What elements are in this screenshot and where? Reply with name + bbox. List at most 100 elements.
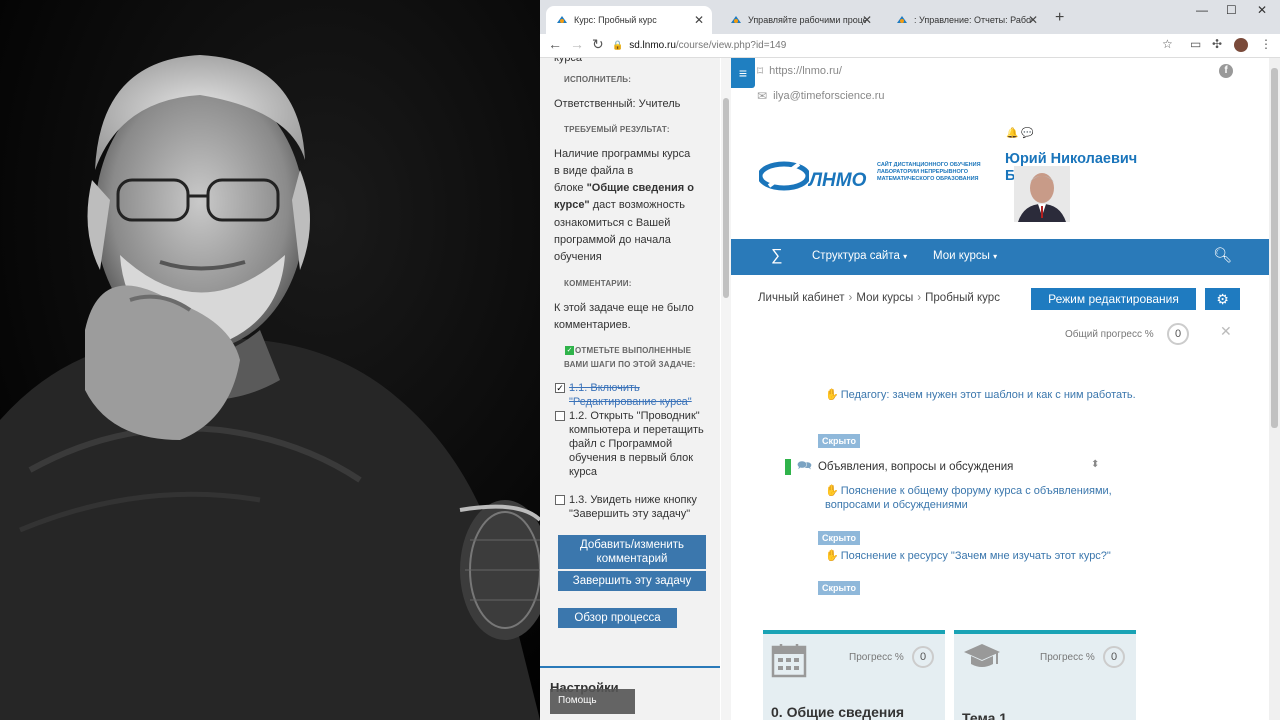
page-scrollbar[interactable] [1269,58,1280,720]
tab-close-icon[interactable]: ✕ [1028,13,1038,27]
complete-task-button[interactable]: Завершить эту задачу [558,571,706,591]
tab-workflows[interactable]: Управляйте рабочими процесс ✕ [720,6,880,34]
new-tab-icon[interactable]: + [1055,9,1064,27]
breadcrumb-item[interactable]: Пробный курс [925,292,1000,304]
profile-avatar[interactable] [1234,38,1248,52]
reload-icon[interactable]: ↻ [592,36,604,53]
step-checkbox[interactable]: ✓ [555,383,565,393]
breadcrumb-item[interactable]: Мои курсы [856,292,913,304]
moodle-favicon-icon [556,14,568,26]
page-scroll-thumb[interactable] [1271,68,1278,428]
card-progress-circle: 0 [1103,646,1125,668]
step-item[interactable]: ✓ 1.1. Включить "Редактирование курса" [554,381,714,409]
close-icon[interactable]: ✕ [1220,323,1232,340]
drawer-scrollbar[interactable] [721,58,731,720]
gear-icon[interactable]: ⚙ [1205,288,1240,310]
facebook-icon[interactable]: f [1219,64,1233,78]
step-checkbox[interactable] [555,495,565,505]
teacher-note-link[interactable]: ✋ Педагогу: зачем нужен этот шаблон и как… [825,388,1145,402]
chevron-right-icon: › [848,292,853,304]
bookmark-star-icon[interactable]: ☆ [1162,37,1173,51]
result-text: ознакомиться с Вашей [554,217,671,229]
activity-indicator [785,458,791,475]
steps-label: ОТМЕТЬТЕ ВЫПОЛНЕННЫЕ [575,346,692,355]
steps-label: ВАМИ ШАГИ ПО ЭТОЙ ЗАДАЧЕ: [564,360,696,369]
list-icon: ≡ [738,65,748,81]
forward-icon[interactable]: → [570,36,584,52]
bell-icon[interactable]: 🔔 [1006,128,1018,139]
result-text: программой до начала [554,234,671,246]
nav-my-courses[interactable]: Мои курсы ▾ [933,250,997,262]
search-icon[interactable]: 🔍︎ [1213,246,1232,264]
site-link[interactable]: ⌑ https://lnmo.ru/ [757,64,842,78]
moodle-favicon-icon [730,14,742,26]
hand-icon: ✋ [825,389,839,401]
browser-window: Курс: Пробный курс ✕ Управляйте рабочими… [540,0,1280,720]
add-comment-button[interactable]: Добавить/изменить комментарий [558,535,706,569]
chevron-right-icon: › [917,292,922,304]
help-button[interactable]: Помощь [550,689,635,714]
email-link[interactable]: ✉ ilya@timeforscience.ru [757,89,885,103]
executor-value: Ответственный: Учитель [554,98,681,110]
extensions-icon[interactable]: ✣ [1212,37,1222,51]
screen: Курс: Пробный курс ✕ Управляйте рабочими… [0,0,1280,720]
drawer-scroll-thumb[interactable] [723,98,729,298]
process-overview-button[interactable]: Обзор процесса [558,608,677,628]
topic-card-topic1[interactable]: Прогресс % 0 Тема 1 [954,630,1136,720]
forum-activity[interactable]: 🗪 Объявления, вопросы и обсуждения [785,456,1013,477]
menu-kebab-icon[interactable]: ⋮ [1260,37,1272,51]
cast-icon[interactable]: ▭ [1190,37,1201,51]
forum-explanation-link[interactable]: ✋ Пояснение к общему форуму курса с объяв… [825,484,1145,512]
tab-strip: Курс: Пробный курс ✕ Управляйте рабочими… [540,0,1280,34]
tab-close-icon[interactable]: ✕ [694,13,704,27]
comments-label: КОММЕНТАРИИ: [564,279,632,288]
result-text: блоке "Общие сведения о [554,182,694,194]
caret-down-icon: ▾ [903,252,908,261]
back-icon[interactable]: ← [548,36,562,52]
sigma-icon[interactable]: ∑ [771,247,782,265]
hidden-badge: Скрыто [818,434,860,448]
presenter-video [0,0,540,720]
chat-icon[interactable]: 💬 [1021,128,1033,139]
step-checkbox[interactable] [555,411,565,421]
tab-reports[interactable]: : Управление: Отчеты: Рабочи ✕ [886,6,1046,34]
nav-site-structure[interactable]: Структура сайта ▾ [812,250,907,262]
drawer-toggle-button[interactable]: ≡ [731,58,755,88]
card-progress-circle: 0 [912,646,934,668]
envelope-icon: ✉ [757,89,768,103]
result-text: обучения [554,251,602,263]
browser-toolbar: ← → ↻ 🔒 sd.lnmo.ru/course/view.php?id=14… [540,34,1280,58]
site-logo[interactable]: ЛНМО САЙТ ДИСТАНЦИОННОГО ОБУЧЕНИЯ ЛАБОРА… [759,154,999,194]
drawer-divider [540,666,720,668]
step-item[interactable]: 1.3. Увидеть ниже кнопку "Завершить эту … [554,493,714,521]
executor-label: ИСПОЛНИТЕЛЬ: [564,75,632,84]
hidden-badge: Скрыто [818,531,860,545]
breadcrumb-item[interactable]: Личный кабинет [758,292,845,304]
card-title: Тема 1 [962,710,1008,720]
user-avatar[interactable] [1014,166,1070,222]
minimize-icon[interactable]: — [1196,3,1208,17]
result-text: Наличие программы курса [554,148,691,160]
logo-swoosh-icon [759,161,809,191]
resource-explanation-link[interactable]: ✋ Пояснение к ресурсу "Зачем мне изучать … [825,549,1145,563]
card-title: 0. Общие сведения [771,704,905,720]
webcam-overlay [0,0,540,720]
breadcrumb: Личный кабинет › Мои курсы › Пробный курс [758,292,1000,304]
course-page: ≡ ⌑ https://lnmo.ru/ ✉ ilya@timeforscience… [731,58,1280,720]
step-item[interactable]: 1.2. Открыть "Проводник" компьютера и пе… [554,409,714,479]
address-bar[interactable]: 🔒 sd.lnmo.ru/course/view.php?id=149 [612,35,1172,55]
topic-card-general[interactable]: Прогресс % 0 0. Общие сведения [763,630,945,720]
main-navbar: ∑ Структура сайта ▾ Мои курсы ▾ 🔍︎ [731,239,1270,275]
result-text: курсе" даст возможность [554,199,685,211]
tab-course[interactable]: Курс: Пробный курс ✕ [546,6,712,34]
overall-progress-circle: 0 [1167,323,1189,345]
forum-icon: 🗪 [797,458,812,472]
drag-handle-icon[interactable]: ⬍ [1091,459,1099,470]
comments-text: комментариев. [554,319,631,331]
edit-mode-button[interactable]: Режим редактирования [1031,288,1196,310]
overall-progress-label: Общий прогресс % [1065,329,1154,340]
maximize-icon[interactable]: ☐ [1226,3,1237,17]
tab-close-icon[interactable]: ✕ [862,13,872,27]
close-window-icon[interactable]: ✕ [1257,3,1267,17]
result-text: в виде файла в [554,165,634,177]
